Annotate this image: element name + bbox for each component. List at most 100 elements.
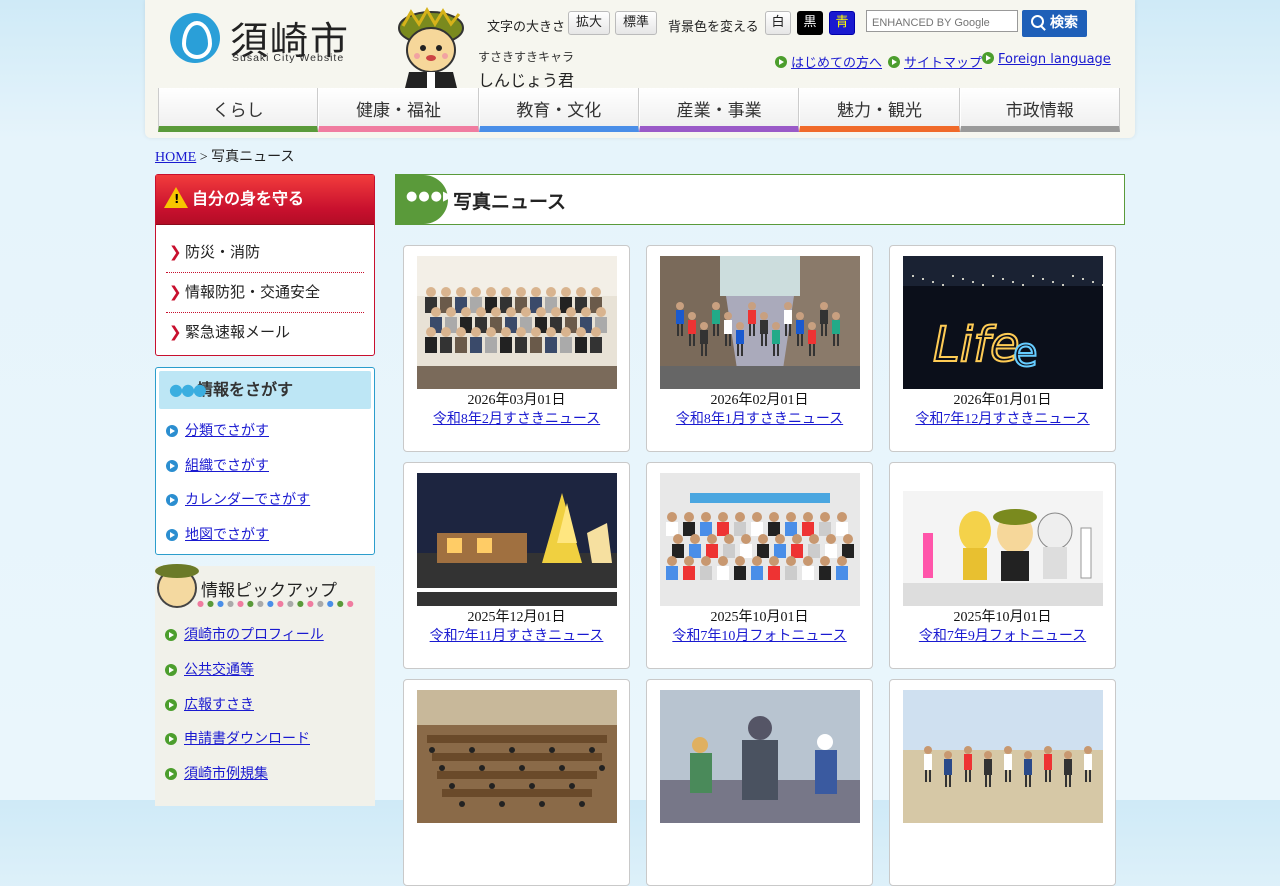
mascot-caption: すさきすきキャラ しんじょう君 bbox=[478, 48, 574, 91]
self-protection-item[interactable]: ❯ 防災・消防 bbox=[166, 233, 364, 273]
page-heading: ●●●▶ 写真ニュース bbox=[395, 174, 1125, 225]
news-photo[interactable] bbox=[660, 473, 860, 606]
photo-news-card: 2025年10月01日令和7年10月フォトニュース bbox=[646, 462, 873, 669]
nav-item-4[interactable]: 産業・事業 bbox=[638, 88, 800, 132]
link-sitemap-label: サイトマップ bbox=[904, 56, 983, 71]
news-photo[interactable] bbox=[903, 690, 1103, 823]
breadcrumb-current: 写真ニュース bbox=[211, 150, 295, 165]
nav-item-3[interactable]: 教育・文化 bbox=[478, 88, 639, 132]
news-link[interactable]: 令和7年12月すさきニュース bbox=[915, 412, 1089, 427]
self-protection-link[interactable]: 防災・消防 bbox=[185, 243, 260, 261]
arrow-circle-icon bbox=[888, 56, 900, 68]
info-pickup-header: 情報ピックアップ ●●●●●●●●●●●●●●●● bbox=[155, 564, 375, 614]
nav-item-5[interactable]: 魅力・観光 bbox=[799, 88, 960, 132]
self-protection-item[interactable]: ❯ 緊急速報メール bbox=[166, 313, 364, 352]
news-link[interactable]: 令和7年11月すさきニュース bbox=[430, 629, 604, 644]
find-info-item[interactable]: 組織でさがす bbox=[166, 449, 374, 484]
news-photo[interactable] bbox=[417, 256, 617, 389]
search-icon bbox=[1031, 15, 1044, 28]
breadcrumb-home-link[interactable]: HOME bbox=[155, 150, 196, 165]
info-pickup-link[interactable]: 申請書ダウンロード bbox=[184, 731, 310, 747]
find-info-link[interactable]: 地図でさがす bbox=[185, 527, 269, 543]
arrow-circle-icon bbox=[165, 698, 177, 711]
news-photo[interactable] bbox=[903, 473, 1103, 606]
news-date: 2025年10月01日 bbox=[953, 610, 1052, 625]
heading-tab-icon: ●●●▶ bbox=[396, 175, 453, 224]
news-link[interactable]: 令和7年10月フォトニュース bbox=[672, 629, 846, 644]
news-link[interactable]: 令和8年2月すさきニュース bbox=[433, 412, 600, 427]
city-emblem-icon bbox=[170, 13, 220, 63]
link-first-time[interactable]: はじめての方へ bbox=[775, 52, 882, 71]
find-info-link[interactable]: 組織でさがす bbox=[185, 458, 269, 474]
info-pickup-link[interactable]: 公共交通等 bbox=[184, 662, 254, 678]
mascot-face-icon bbox=[155, 564, 199, 608]
info-pickup-item[interactable]: 広報すさき bbox=[165, 688, 375, 723]
find-info-item[interactable]: 分類でさがす bbox=[166, 414, 374, 449]
news-photo[interactable] bbox=[660, 256, 860, 389]
find-info-item[interactable]: 地図でさがす bbox=[166, 518, 374, 553]
info-pickup-link[interactable]: 広報すさき bbox=[184, 697, 254, 713]
news-photo[interactable] bbox=[417, 690, 617, 823]
text-size-label: 文字の大きさ bbox=[487, 20, 566, 35]
find-info-list: 分類でさがす 組織でさがすカレンダーでさがす 地図でさがす bbox=[156, 412, 374, 552]
info-pickup-item[interactable]: 須崎市例規集 bbox=[165, 757, 375, 792]
arrow-circle-icon bbox=[166, 459, 178, 472]
photo-news-card: 2026年03月01日令和8年2月すさきニュース bbox=[403, 245, 630, 452]
news-date: 2026年02月01日 bbox=[710, 393, 809, 408]
chevron-right-icon: ❯ bbox=[169, 243, 182, 261]
self-protection-link[interactable]: 緊急速報メール bbox=[185, 323, 290, 341]
arrow-circle-icon bbox=[166, 425, 178, 437]
news-date: 2026年03月01日 bbox=[467, 393, 566, 408]
bg-white-button[interactable]: 白 bbox=[765, 11, 791, 35]
info-pickup-list: 須崎市のプロフィール 公共交通等広報すさき申請書ダウンロード 須崎市例規集 bbox=[155, 614, 375, 792]
photo-news-card bbox=[889, 679, 1116, 886]
news-caption: 令和8年1月すさきニュース bbox=[647, 408, 872, 428]
news-date: 2026年01月01日 bbox=[953, 393, 1052, 408]
bg-black-button[interactable]: 黒 bbox=[797, 11, 823, 35]
find-info-link[interactable]: 分類でさがす bbox=[185, 423, 269, 439]
news-link[interactable]: 令和7年9月フォトニュース bbox=[919, 629, 1086, 644]
news-date: 2025年12月01日 bbox=[467, 610, 566, 625]
arrow-circle-icon bbox=[775, 56, 787, 68]
info-pickup-item[interactable]: 申請書ダウンロード bbox=[165, 722, 375, 757]
news-date: 2025年10月01日 bbox=[710, 610, 809, 625]
nav-item-1[interactable]: くらし bbox=[158, 88, 319, 132]
info-pickup-link[interactable]: 須崎市のプロフィール bbox=[184, 627, 324, 643]
photo-news-card bbox=[403, 679, 630, 886]
photo-news-card: 2025年12月01日令和7年11月すさきニュース bbox=[403, 462, 630, 669]
nav-item-2[interactable]: 健康・福祉 bbox=[318, 88, 479, 132]
find-info-link[interactable]: カレンダーでさがす bbox=[185, 492, 310, 508]
mascot-caption-line1: すさきすきキャラ bbox=[478, 50, 575, 64]
arrow-circle-icon bbox=[165, 768, 177, 781]
news-photo[interactable] bbox=[660, 690, 860, 823]
breadcrumb-separator: > bbox=[196, 150, 212, 165]
text-enlarge-button[interactable]: 拡大 bbox=[568, 11, 610, 35]
photo-news-card bbox=[646, 679, 873, 886]
search-button[interactable]: 検索 bbox=[1022, 10, 1087, 37]
photo-news-card: 2025年10月01日令和7年9月フォトニュース bbox=[889, 462, 1116, 669]
self-protection-item[interactable]: ❯ 情報防犯・交通安全 bbox=[166, 273, 364, 313]
svg-text:Life: Life bbox=[933, 317, 1020, 373]
self-protection-link[interactable]: 情報防犯・交通安全 bbox=[185, 283, 320, 301]
self-protection-list: ❯ 防災・消防 ❯ 情報防犯・交通安全 ❯ 緊急速報メール bbox=[156, 225, 374, 352]
link-first-time-label: はじめての方へ bbox=[791, 56, 883, 71]
search-input[interactable] bbox=[870, 13, 1020, 33]
news-link[interactable]: 令和8年1月すさきニュース bbox=[676, 412, 843, 427]
info-pickup-link[interactable]: 須崎市例規集 bbox=[184, 766, 268, 782]
text-standard-button[interactable]: 標準 bbox=[615, 11, 657, 35]
bg-blue-button[interactable]: 青 bbox=[829, 11, 855, 35]
dots-icon: ●●● bbox=[169, 380, 207, 399]
find-info-item[interactable]: カレンダーでさがす bbox=[166, 483, 374, 518]
nav-item-6[interactable]: 市政情報 bbox=[959, 88, 1120, 132]
link-foreign-language[interactable]: Foreign language bbox=[982, 52, 1111, 67]
search-button-label: 検索 bbox=[1050, 15, 1078, 31]
site-logo[interactable]: 須崎市 Susaki City Website bbox=[170, 12, 350, 68]
news-photo[interactable] bbox=[417, 473, 617, 606]
link-sitemap[interactable]: サイトマップ bbox=[888, 52, 982, 71]
photo-news-card: Life e 2026年01月01日令和7年12月すさきニュース bbox=[889, 245, 1116, 452]
info-pickup-item[interactable]: 須崎市のプロフィール bbox=[165, 618, 375, 653]
arrow-circle-icon bbox=[166, 494, 178, 506]
info-pickup-item[interactable]: 公共交通等 bbox=[165, 653, 375, 688]
news-photo[interactable]: Life e bbox=[903, 256, 1103, 389]
self-protection-box: ! 自分の身を守る ❯ 防災・消防 ❯ 情報防犯・交通安全 ❯ 緊急速報メール bbox=[155, 174, 375, 356]
